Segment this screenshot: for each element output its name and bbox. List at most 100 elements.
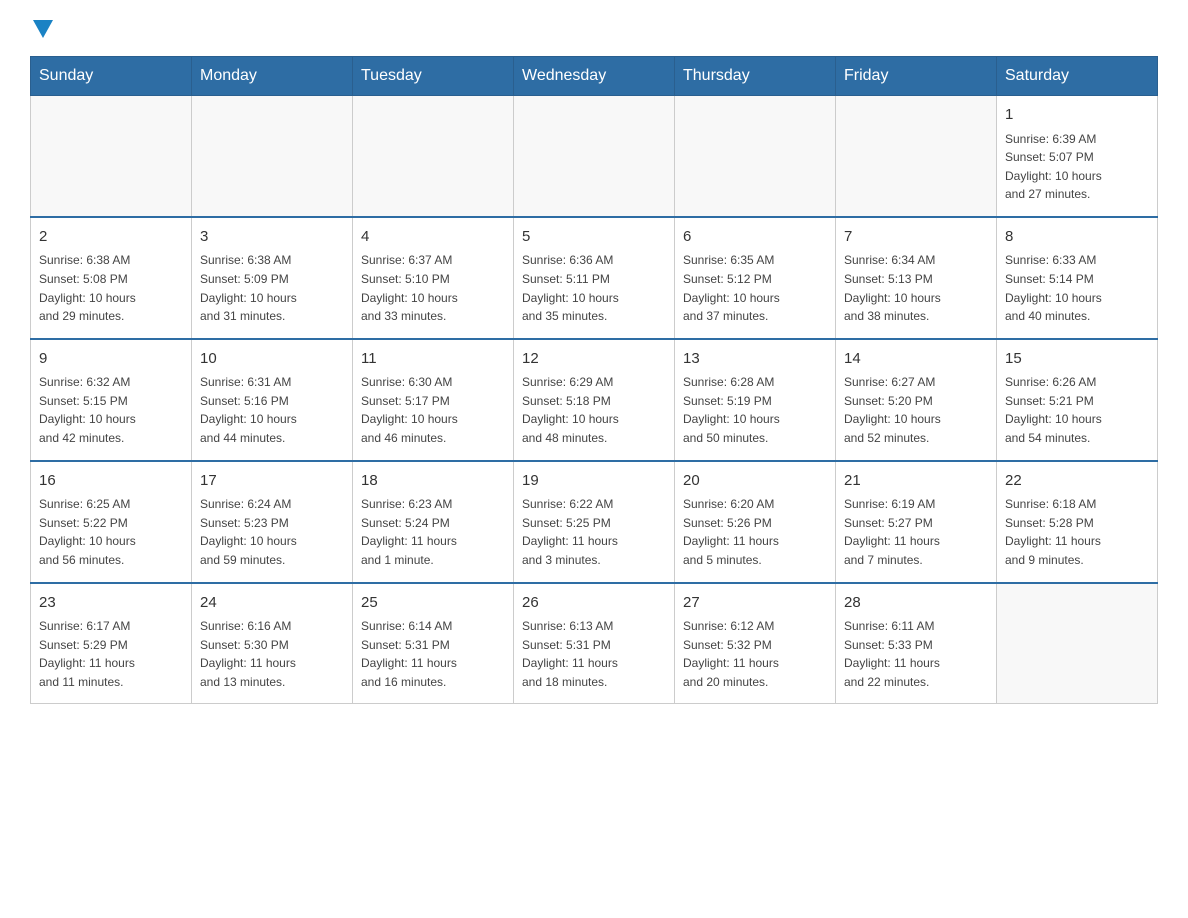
- day-info: Sunrise: 6:18 AM Sunset: 5:28 PM Dayligh…: [1005, 495, 1149, 569]
- calendar-week-row: 9Sunrise: 6:32 AM Sunset: 5:15 PM Daylig…: [31, 339, 1158, 461]
- day-number: 14: [844, 348, 988, 371]
- day-number: 1: [1005, 104, 1149, 127]
- calendar-cell: 14Sunrise: 6:27 AM Sunset: 5:20 PM Dayli…: [836, 339, 997, 461]
- logo: [30, 20, 53, 40]
- calendar-cell: 12Sunrise: 6:29 AM Sunset: 5:18 PM Dayli…: [514, 339, 675, 461]
- day-info: Sunrise: 6:26 AM Sunset: 5:21 PM Dayligh…: [1005, 373, 1149, 447]
- calendar-cell: 15Sunrise: 6:26 AM Sunset: 5:21 PM Dayli…: [997, 339, 1158, 461]
- weekday-header-saturday: Saturday: [997, 57, 1158, 96]
- day-info: Sunrise: 6:11 AM Sunset: 5:33 PM Dayligh…: [844, 617, 988, 691]
- day-number: 27: [683, 592, 827, 615]
- day-number: 16: [39, 470, 183, 493]
- calendar-cell: 13Sunrise: 6:28 AM Sunset: 5:19 PM Dayli…: [675, 339, 836, 461]
- calendar-table: SundayMondayTuesdayWednesdayThursdayFrid…: [30, 56, 1158, 704]
- day-info: Sunrise: 6:32 AM Sunset: 5:15 PM Dayligh…: [39, 373, 183, 447]
- calendar-week-row: 16Sunrise: 6:25 AM Sunset: 5:22 PM Dayli…: [31, 461, 1158, 583]
- calendar-cell: [353, 96, 514, 217]
- day-number: 23: [39, 592, 183, 615]
- calendar-header: SundayMondayTuesdayWednesdayThursdayFrid…: [31, 57, 1158, 96]
- calendar-cell: 10Sunrise: 6:31 AM Sunset: 5:16 PM Dayli…: [192, 339, 353, 461]
- calendar-cell: 11Sunrise: 6:30 AM Sunset: 5:17 PM Dayli…: [353, 339, 514, 461]
- day-info: Sunrise: 6:38 AM Sunset: 5:08 PM Dayligh…: [39, 251, 183, 325]
- day-number: 3: [200, 226, 344, 249]
- calendar-cell: [192, 96, 353, 217]
- calendar-cell: 27Sunrise: 6:12 AM Sunset: 5:32 PM Dayli…: [675, 583, 836, 704]
- calendar-week-row: 1 Sunrise: 6:39 AM Sunset: 5:07 PM Daylig…: [31, 96, 1158, 217]
- day-info: Sunrise: 6:12 AM Sunset: 5:32 PM Dayligh…: [683, 617, 827, 691]
- day-info: Sunrise: 6:23 AM Sunset: 5:24 PM Dayligh…: [361, 495, 505, 569]
- weekday-header-friday: Friday: [836, 57, 997, 96]
- weekday-header-sunday: Sunday: [31, 57, 192, 96]
- weekday-header-tuesday: Tuesday: [353, 57, 514, 96]
- calendar-cell: [675, 96, 836, 217]
- day-info: Sunrise: 6:14 AM Sunset: 5:31 PM Dayligh…: [361, 617, 505, 691]
- calendar-cell: 2Sunrise: 6:38 AM Sunset: 5:08 PM Daylig…: [31, 217, 192, 339]
- day-number: 15: [1005, 348, 1149, 371]
- calendar-cell: [836, 96, 997, 217]
- calendar-cell: 17Sunrise: 6:24 AM Sunset: 5:23 PM Dayli…: [192, 461, 353, 583]
- weekday-header-thursday: Thursday: [675, 57, 836, 96]
- calendar-week-row: 2Sunrise: 6:38 AM Sunset: 5:08 PM Daylig…: [31, 217, 1158, 339]
- calendar-cell: [31, 96, 192, 217]
- calendar-cell: 1 Sunrise: 6:39 AM Sunset: 5:07 PM Daylig…: [997, 96, 1158, 217]
- weekday-header-row: SundayMondayTuesdayWednesdayThursdayFrid…: [31, 57, 1158, 96]
- day-info: Sunrise: 6:39 AM Sunset: 5:07 PM Dayligh…: [1005, 130, 1149, 204]
- calendar-cell: 8Sunrise: 6:33 AM Sunset: 5:14 PM Daylig…: [997, 217, 1158, 339]
- day-number: 9: [39, 348, 183, 371]
- day-info: Sunrise: 6:17 AM Sunset: 5:29 PM Dayligh…: [39, 617, 183, 691]
- day-info: Sunrise: 6:20 AM Sunset: 5:26 PM Dayligh…: [683, 495, 827, 569]
- day-info: Sunrise: 6:34 AM Sunset: 5:13 PM Dayligh…: [844, 251, 988, 325]
- calendar-body: 1 Sunrise: 6:39 AM Sunset: 5:07 PM Daylig…: [31, 96, 1158, 704]
- calendar-cell: [514, 96, 675, 217]
- day-info: Sunrise: 6:19 AM Sunset: 5:27 PM Dayligh…: [844, 495, 988, 569]
- calendar-cell: 25Sunrise: 6:14 AM Sunset: 5:31 PM Dayli…: [353, 583, 514, 704]
- calendar-cell: 28Sunrise: 6:11 AM Sunset: 5:33 PM Dayli…: [836, 583, 997, 704]
- day-info: Sunrise: 6:29 AM Sunset: 5:18 PM Dayligh…: [522, 373, 666, 447]
- header: [30, 20, 1158, 40]
- day-info: Sunrise: 6:36 AM Sunset: 5:11 PM Dayligh…: [522, 251, 666, 325]
- day-number: 18: [361, 470, 505, 493]
- calendar-cell: [997, 583, 1158, 704]
- calendar-cell: 7Sunrise: 6:34 AM Sunset: 5:13 PM Daylig…: [836, 217, 997, 339]
- day-info: Sunrise: 6:31 AM Sunset: 5:16 PM Dayligh…: [200, 373, 344, 447]
- day-number: 10: [200, 348, 344, 371]
- day-info: Sunrise: 6:28 AM Sunset: 5:19 PM Dayligh…: [683, 373, 827, 447]
- day-number: 17: [200, 470, 344, 493]
- day-number: 26: [522, 592, 666, 615]
- day-info: Sunrise: 6:38 AM Sunset: 5:09 PM Dayligh…: [200, 251, 344, 325]
- day-number: 4: [361, 226, 505, 249]
- calendar-cell: 18Sunrise: 6:23 AM Sunset: 5:24 PM Dayli…: [353, 461, 514, 583]
- calendar-week-row: 23Sunrise: 6:17 AM Sunset: 5:29 PM Dayli…: [31, 583, 1158, 704]
- day-number: 12: [522, 348, 666, 371]
- day-info: Sunrise: 6:13 AM Sunset: 5:31 PM Dayligh…: [522, 617, 666, 691]
- logo-arrow-icon: [33, 20, 53, 38]
- calendar-cell: 26Sunrise: 6:13 AM Sunset: 5:31 PM Dayli…: [514, 583, 675, 704]
- day-info: Sunrise: 6:22 AM Sunset: 5:25 PM Dayligh…: [522, 495, 666, 569]
- day-info: Sunrise: 6:30 AM Sunset: 5:17 PM Dayligh…: [361, 373, 505, 447]
- calendar-cell: 5Sunrise: 6:36 AM Sunset: 5:11 PM Daylig…: [514, 217, 675, 339]
- day-number: 22: [1005, 470, 1149, 493]
- day-number: 19: [522, 470, 666, 493]
- day-info: Sunrise: 6:16 AM Sunset: 5:30 PM Dayligh…: [200, 617, 344, 691]
- day-info: Sunrise: 6:24 AM Sunset: 5:23 PM Dayligh…: [200, 495, 344, 569]
- day-info: Sunrise: 6:33 AM Sunset: 5:14 PM Dayligh…: [1005, 251, 1149, 325]
- calendar-cell: 9Sunrise: 6:32 AM Sunset: 5:15 PM Daylig…: [31, 339, 192, 461]
- weekday-header-wednesday: Wednesday: [514, 57, 675, 96]
- day-number: 25: [361, 592, 505, 615]
- weekday-header-monday: Monday: [192, 57, 353, 96]
- day-number: 5: [522, 226, 666, 249]
- calendar-cell: 4Sunrise: 6:37 AM Sunset: 5:10 PM Daylig…: [353, 217, 514, 339]
- day-number: 20: [683, 470, 827, 493]
- day-number: 24: [200, 592, 344, 615]
- day-number: 7: [844, 226, 988, 249]
- day-number: 8: [1005, 226, 1149, 249]
- calendar-cell: 24Sunrise: 6:16 AM Sunset: 5:30 PM Dayli…: [192, 583, 353, 704]
- calendar-cell: 20Sunrise: 6:20 AM Sunset: 5:26 PM Dayli…: [675, 461, 836, 583]
- calendar-cell: 19Sunrise: 6:22 AM Sunset: 5:25 PM Dayli…: [514, 461, 675, 583]
- day-info: Sunrise: 6:27 AM Sunset: 5:20 PM Dayligh…: [844, 373, 988, 447]
- day-info: Sunrise: 6:35 AM Sunset: 5:12 PM Dayligh…: [683, 251, 827, 325]
- day-number: 2: [39, 226, 183, 249]
- calendar-cell: 6Sunrise: 6:35 AM Sunset: 5:12 PM Daylig…: [675, 217, 836, 339]
- day-info: Sunrise: 6:25 AM Sunset: 5:22 PM Dayligh…: [39, 495, 183, 569]
- day-info: Sunrise: 6:37 AM Sunset: 5:10 PM Dayligh…: [361, 251, 505, 325]
